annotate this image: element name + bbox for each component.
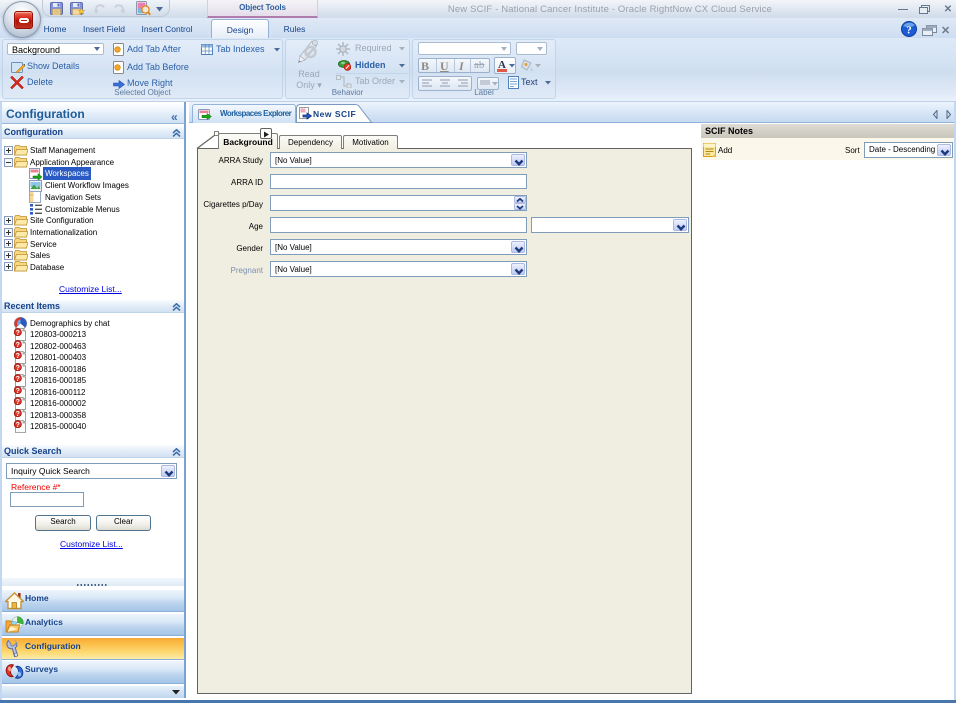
svg-text:?: ? bbox=[906, 25, 912, 37]
